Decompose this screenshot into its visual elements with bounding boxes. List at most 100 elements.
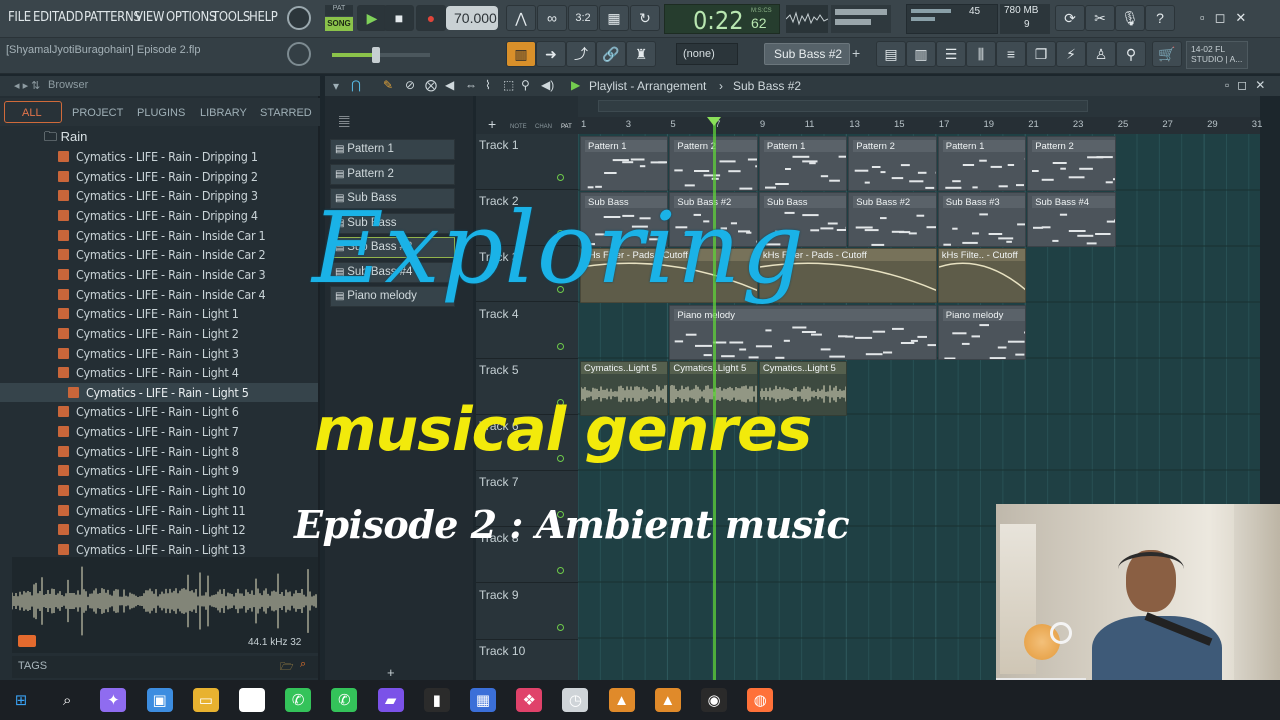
menu-add[interactable]: ADD — [58, 10, 83, 25]
pattern-selector[interactable]: Sub Bass #2 — [764, 43, 850, 65]
select-icon[interactable]: ⬚ — [503, 78, 514, 92]
slider-handle[interactable] — [372, 47, 380, 63]
browser-item[interactable]: Cymatics - LIFE - Rain - Dripping 1 — [0, 147, 318, 167]
shop-button[interactable]: 🛒 — [1152, 41, 1182, 67]
menu-patterns[interactable]: PATTERNS — [84, 10, 141, 25]
windows-start-icon[interactable]: ⊞ — [8, 688, 34, 712]
plugin-picker-button[interactable]: ⚡ — [1056, 41, 1086, 67]
browser-item[interactable]: Cymatics - LIFE - Rain - Light 8 — [0, 442, 318, 462]
metronome-button[interactable]: ⋀ — [506, 5, 536, 31]
playlist-clip[interactable]: Pattern 2 — [1027, 136, 1116, 191]
master-volume-slider[interactable] — [332, 47, 430, 63]
browser-item[interactable]: Cymatics - LIFE - Rain - Inside Car 2 — [0, 245, 318, 265]
terminal-icon[interactable]: ▮ — [423, 688, 450, 712]
pencil-icon[interactable]: ✎ — [383, 78, 393, 92]
clone-button[interactable]: ❐ — [1026, 41, 1056, 67]
delete-icon[interactable]: ⨂ — [425, 78, 437, 92]
clock-icon[interactable]: ◷ — [562, 688, 589, 712]
piano-roll-button[interactable]: ▥ — [906, 41, 936, 67]
track-header[interactable]: Track 4 — [476, 303, 578, 359]
track-mute-led[interactable] — [557, 342, 564, 350]
copilot-icon[interactable]: ✦ — [100, 688, 127, 712]
pattern-list-item[interactable]: ▤ Pattern 1 — [330, 139, 455, 160]
stop-button[interactable]: ■ — [384, 5, 414, 31]
tempo-tapper-button[interactable]: ⚲ — [1116, 41, 1146, 67]
add-track-icon[interactable]: + — [488, 116, 496, 132]
browser-item[interactable]: Cymatics - LIFE - Rain - Light 10 — [0, 481, 318, 501]
menu-options[interactable]: OPTIONS — [166, 10, 216, 25]
tab-starred[interactable]: STARRED — [260, 107, 312, 119]
fl-studio-taskbar-icon[interactable]: ▲ — [654, 688, 681, 712]
menu-edit[interactable]: EDIT — [33, 10, 59, 25]
wait-input-button[interactable]: ∞ — [537, 5, 567, 31]
step-record-button[interactable]: ➜ — [536, 41, 566, 67]
browser-item[interactable]: Cymatics - LIFE - Rain - Dripping 2 — [0, 167, 318, 187]
playlist-clip[interactable]: Pattern 1 — [580, 136, 669, 191]
channel-selector[interactable]: (none) — [676, 43, 738, 65]
record-button[interactable]: ● — [416, 5, 446, 31]
pat-mode-label[interactable]: PAT — [325, 5, 353, 16]
snap-button[interactable]: ▥ — [506, 41, 536, 67]
piano-roll-small-icon[interactable]: 𝄚 — [339, 114, 349, 130]
track-header[interactable]: Track 1 — [476, 134, 578, 190]
browser-item[interactable]: Cymatics - LIFE - Rain - Light 11 — [0, 501, 318, 521]
browser-item[interactable]: Cymatics - LIFE - Rain - Light 4 — [0, 363, 318, 383]
channel-rack-button[interactable]: ☰ — [936, 41, 966, 67]
channel-settings-button[interactable]: ≡ — [996, 41, 1026, 67]
obs-icon[interactable]: ◉ — [701, 688, 727, 712]
search-icon[interactable]: ⌕ — [300, 658, 306, 671]
browser-item[interactable]: Cymatics - LIFE - Rain - Light 2 — [0, 324, 318, 344]
track-mute-led[interactable] — [557, 174, 564, 181]
playhead-marker[interactable] — [707, 117, 722, 126]
browser-item[interactable]: Cymatics - LIFE - Rain - Light 1 — [0, 304, 318, 324]
slide-button[interactable]: ⤴ — [566, 41, 596, 67]
playback-icon[interactable]: ◀) — [541, 78, 554, 92]
mixer-button[interactable]: ⫼ — [966, 41, 996, 67]
browser-item[interactable]: Cymatics - LIFE - Rain - Light 7 — [0, 422, 318, 442]
tab-plugins[interactable]: PLUGINS — [137, 107, 185, 119]
whatsapp-beta-icon[interactable]: ✆ — [331, 688, 358, 712]
timeline-ruler[interactable]: 1 3 5 7 9 11 13 15 17 19 21 23 25 27 29 31 — [578, 117, 1262, 134]
playlist-window-controls[interactable]: ▫◻✕ — [1225, 78, 1273, 92]
master-pitch-knob[interactable] — [287, 42, 311, 66]
playlist-menu-icon[interactable]: ▾ — [333, 79, 339, 93]
playlist-clip[interactable]: kHs Filte.. - Cutoff — [937, 248, 1027, 304]
file-explorer-icon[interactable]: ▭ — [192, 688, 219, 712]
browser-item[interactable]: Cymatics - LIFE - Rain - Inside Car 3 — [0, 265, 318, 285]
link-button[interactable]: 🔗 — [596, 41, 626, 67]
tab-project[interactable]: PROJECT — [72, 107, 123, 119]
fl-studio-icon[interactable]: ▲ — [608, 688, 635, 712]
track-mute-led[interactable] — [557, 567, 564, 575]
close-icon[interactable]: ✕ — [1235, 10, 1256, 25]
browser-item[interactable]: Cymatics - LIFE - Rain - Light 5 — [0, 382, 318, 403]
app-icon[interactable]: ❖ — [516, 688, 543, 712]
browser-item[interactable]: Cymatics - LIFE - Rain - Dripping 4 — [0, 206, 318, 226]
song-mode-button[interactable]: SONG — [325, 17, 353, 31]
master-volume-knob[interactable] — [287, 6, 311, 30]
browser-item[interactable]: Cymatics - LIFE - Rain - Light 3 — [0, 344, 318, 364]
store-icon[interactable]: ▣ — [146, 688, 173, 712]
paint-icon[interactable]: ⊘ — [405, 78, 415, 92]
control-panel-icon[interactable]: ▦ — [470, 688, 496, 712]
countdown-button[interactable]: 3:2 — [568, 5, 598, 31]
maximize-icon[interactable]: ◻ — [1215, 10, 1236, 25]
slip-icon[interactable]: ⇔ — [465, 78, 477, 92]
tab-library[interactable]: LIBRARY — [200, 107, 247, 119]
browser-nav-icons[interactable]: ◂ ▸ ⇅ — [14, 79, 40, 92]
playlist-overview[interactable] — [578, 96, 1260, 117]
playlist-clip[interactable]: Sub Bass #4 — [1027, 192, 1116, 248]
touch-controller-button[interactable]: ♙ — [1086, 41, 1116, 67]
playlist-clip[interactable]: Piano melody — [937, 304, 1027, 360]
typing-keyboard-button[interactable]: ♜ — [626, 41, 656, 67]
window-controls[interactable]: ▫◻✕ — [1200, 10, 1256, 26]
playlist-clip[interactable]: Sub Bass #2 — [848, 192, 937, 248]
zoom-icon[interactable]: ⚲ — [521, 78, 530, 92]
browser-item[interactable]: Cymatics - LIFE - Rain - Light 9 — [0, 461, 318, 481]
loop-record-button[interactable]: ↻ — [630, 5, 660, 31]
browser-item[interactable]: Cymatics - LIFE - Rain - Inside Car 1 — [0, 226, 318, 246]
browser-item[interactable]: Cymatics - LIFE - Rain - Inside Car 4 — [0, 285, 318, 305]
mute-icon[interactable]: ◀ — [445, 78, 454, 92]
menu-help[interactable]: HELP — [249, 10, 278, 25]
menu-file[interactable]: FILE — [8, 10, 31, 25]
step-edit-button[interactable]: ▦ — [599, 5, 629, 31]
